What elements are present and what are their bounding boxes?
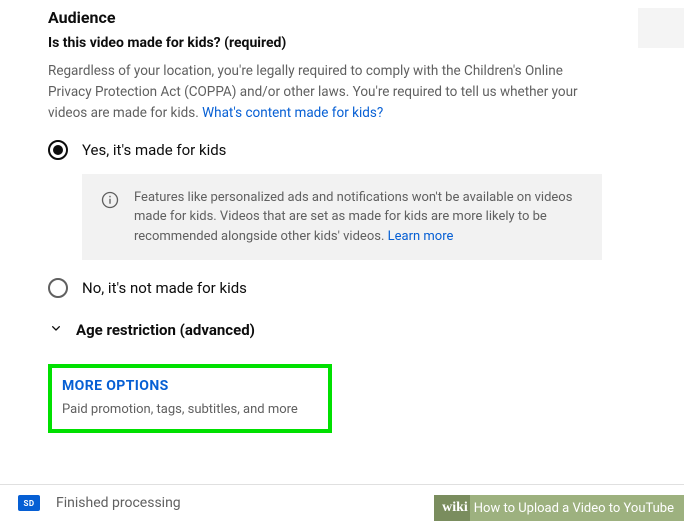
wikihow-brand: wiki [434,495,470,521]
more-options-button[interactable]: MORE OPTIONS [62,378,318,394]
age-restriction-label: Age restriction (advanced) [76,321,255,339]
radio-button-unselected[interactable] [48,278,68,298]
info-text-body: Features like personalized ads and notif… [134,190,572,244]
more-options-highlight: MORE OPTIONS Paid promotion, tags, subti… [48,364,332,433]
processing-status: Finished processing [56,495,181,511]
wikihow-title: How to Upload a Video to YouTube [470,495,684,521]
radio-no-not-for-kids[interactable]: No, it's not made for kids [48,278,636,298]
wikihow-banner: wiki How to Upload a Video to YouTube [434,495,684,521]
top-right-panel [638,8,684,48]
sd-badge-text: SD [23,499,34,508]
radio-no-label: No, it's not made for kids [82,279,247,297]
info-box: Features like personalized ads and notif… [82,174,602,261]
info-text: Features like personalized ads and notif… [134,188,584,247]
radio-yes-made-for-kids[interactable]: Yes, it's made for kids [48,140,636,160]
radio-yes-label: Yes, it's made for kids [82,141,226,159]
age-restriction-expander[interactable]: Age restriction (advanced) [48,320,636,340]
audience-heading: Audience [48,8,636,27]
radio-button-selected[interactable] [48,140,68,160]
more-options-subtext: Paid promotion, tags, subtitles, and mor… [62,402,318,417]
chevron-down-icon [48,320,64,340]
sd-badge: SD [18,495,40,511]
audience-description: Regardless of your location, you're lega… [48,61,588,124]
info-icon [100,190,120,247]
learn-more-link[interactable]: Learn more [388,229,454,244]
content-for-kids-link[interactable]: What's content made for kids? [202,105,383,121]
audience-question: Is this video made for kids? (required) [48,35,636,51]
